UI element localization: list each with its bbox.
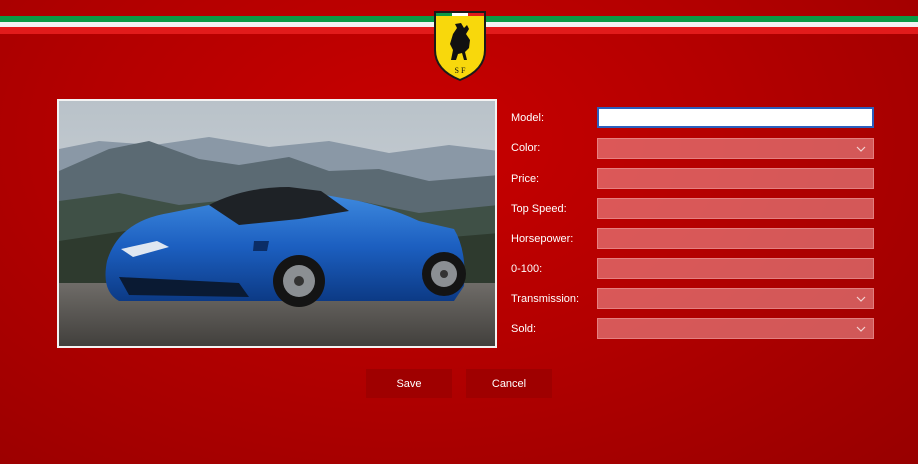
zero-to-hundred-label: 0-100:: [511, 263, 543, 275]
chevron-down-icon: [856, 326, 866, 332]
model-input[interactable]: [597, 107, 874, 128]
price-label: Price:: [511, 173, 540, 185]
horsepower-input[interactable]: [597, 228, 874, 249]
color-select[interactable]: [597, 138, 874, 159]
top-speed-input[interactable]: [597, 198, 874, 219]
cancel-button[interactable]: Cancel: [466, 369, 552, 398]
ferrari-shield-logo: S F: [434, 11, 486, 82]
color-label: Color:: [511, 142, 541, 154]
chevron-down-icon: [856, 146, 866, 152]
sold-label: Sold:: [511, 323, 537, 335]
logo-letters: S F: [455, 66, 466, 75]
price-input[interactable]: [597, 168, 874, 189]
zero-to-hundred-input[interactable]: [597, 258, 874, 279]
transmission-label: Transmission:: [511, 293, 580, 305]
car-photo: [57, 99, 497, 348]
transmission-select[interactable]: [597, 288, 874, 309]
horsepower-label: Horsepower:: [511, 233, 574, 245]
model-label: Model:: [511, 112, 545, 124]
save-button[interactable]: Save: [366, 369, 452, 398]
chevron-down-icon: [856, 296, 866, 302]
sold-select[interactable]: [597, 318, 874, 339]
top-speed-label: Top Speed:: [511, 203, 567, 215]
car-image: [59, 101, 495, 346]
